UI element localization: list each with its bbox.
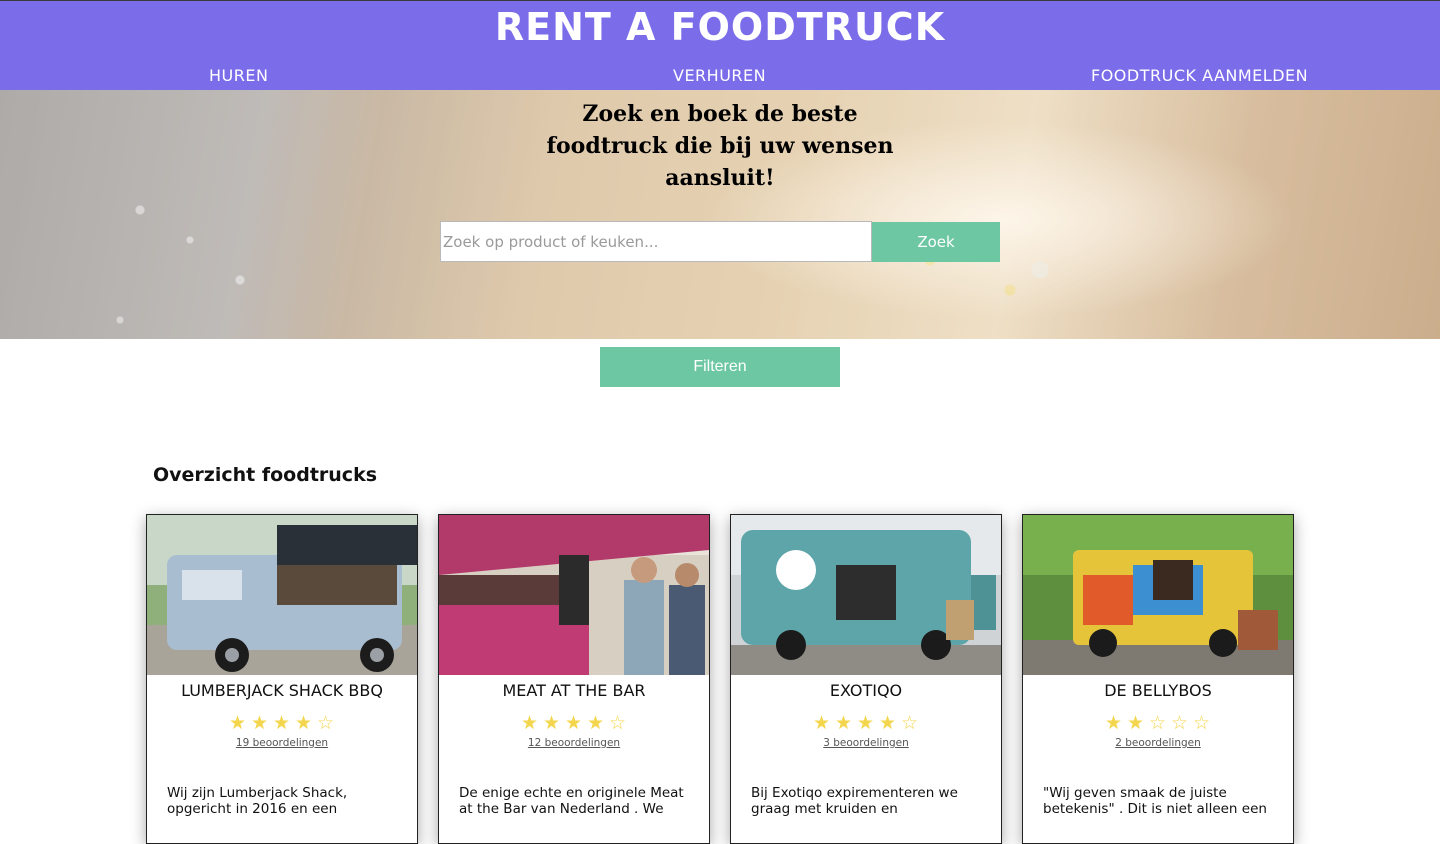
reviews-link[interactable]: 2 beoordelingen: [1023, 737, 1293, 749]
foodtruck-image[interactable]: [147, 515, 417, 675]
star-filled-icon: ★: [1104, 712, 1124, 734]
star-filled-icon: ★: [856, 712, 876, 734]
nav-item-huren[interactable]: HUREN: [209, 66, 268, 85]
foodtruck-card-lumberjack-shack-bbq[interactable]: LUMBERJACK SHACK BBQ ★ ★ ★ ★ ☆ 19 beoordelin…: [146, 514, 418, 844]
star-filled-icon: ★: [520, 712, 540, 734]
foodtruck-image[interactable]: [439, 515, 709, 675]
foodtruck-name: EXOTIQO: [829, 681, 903, 700]
star-filled-icon: ★: [586, 712, 606, 734]
star-filled-icon: ★: [294, 712, 314, 734]
star-filled-icon: ★: [228, 712, 248, 734]
star-filled-icon: ★: [564, 712, 584, 734]
nav-item-verhuren[interactable]: VERHUREN: [673, 66, 766, 85]
foodtruck-description: Wij zijn Lumberjack Shack, opgericht in …: [167, 785, 348, 817]
star-filled-icon: ★: [878, 712, 898, 734]
star-filled-icon: ★: [272, 712, 292, 734]
filter-button[interactable]: Filteren: [600, 347, 840, 387]
rating-stars: ★ ★ ★ ★ ☆: [439, 711, 709, 735]
star-filled-icon: ★: [834, 712, 854, 734]
search-input[interactable]: [440, 221, 872, 262]
star-empty-icon: ☆: [1170, 712, 1190, 734]
foodtruck-card-de-bellybos[interactable]: DE BELLYBOS ★ ★ ☆ ☆ ☆ 2 beoordelingen "Wij g…: [1022, 514, 1294, 844]
star-empty-icon: ☆: [900, 712, 920, 734]
rating-stars: ★ ★ ★ ★ ☆: [731, 711, 1001, 735]
foodtruck-name: LUMBERJACK SHACK BBQ: [181, 681, 383, 700]
foodtruck-description: "Wij geven smaak de juiste betekenis" . …: [1043, 785, 1267, 817]
star-empty-icon: ☆: [608, 712, 628, 734]
foodtruck-name: DE BELLYBOS: [1104, 681, 1212, 700]
foodtruck-name: MEAT AT THE BAR: [502, 681, 646, 700]
overview-title: Overzicht foodtrucks: [153, 464, 378, 486]
foodtruck-card-meat-at-the-bar[interactable]: MEAT AT THE BAR ★ ★ ★ ★ ☆ 12 beoordelingen D…: [438, 514, 710, 844]
star-empty-icon: ☆: [1192, 712, 1212, 734]
site-header: RENT A FOODTRUCK HUREN VERHUREN FOODTRUC…: [0, 0, 1440, 90]
reviews-link[interactable]: 3 beoordelingen: [731, 737, 1001, 749]
rating-stars: ★ ★ ★ ★ ☆: [147, 711, 417, 735]
foodtruck-description: De enige echte en originele Meat at the …: [459, 785, 684, 817]
star-empty-icon: ☆: [316, 712, 336, 734]
star-filled-icon: ★: [542, 712, 562, 734]
site-title[interactable]: RENT A FOODTRUCK: [0, 5, 1440, 49]
star-empty-icon: ☆: [1148, 712, 1168, 734]
star-filled-icon: ★: [1126, 712, 1146, 734]
foodtruck-card-exotiqo[interactable]: EXOTIQO ★ ★ ★ ★ ☆ 3 beoordelingen Bij Exotiq…: [730, 514, 1002, 844]
rating-stars: ★ ★ ☆ ☆ ☆: [1023, 711, 1293, 735]
nav-item-foodtruck-aanmelden[interactable]: FOODTRUCK AANMELDEN: [1091, 66, 1308, 85]
foodtruck-image[interactable]: [731, 515, 1001, 675]
reviews-link[interactable]: 19 beoordelingen: [147, 737, 417, 749]
foodtruck-image[interactable]: [1023, 515, 1293, 675]
star-filled-icon: ★: [812, 712, 832, 734]
hero-title: Zoek en boek de beste foodtruck die bij …: [546, 101, 894, 191]
search-button[interactable]: Zoek: [872, 222, 1000, 262]
reviews-link[interactable]: 12 beoordelingen: [439, 737, 709, 749]
star-filled-icon: ★: [250, 712, 270, 734]
foodtruck-description: Bij Exotiqo expirementeren we graag met …: [751, 785, 958, 817]
